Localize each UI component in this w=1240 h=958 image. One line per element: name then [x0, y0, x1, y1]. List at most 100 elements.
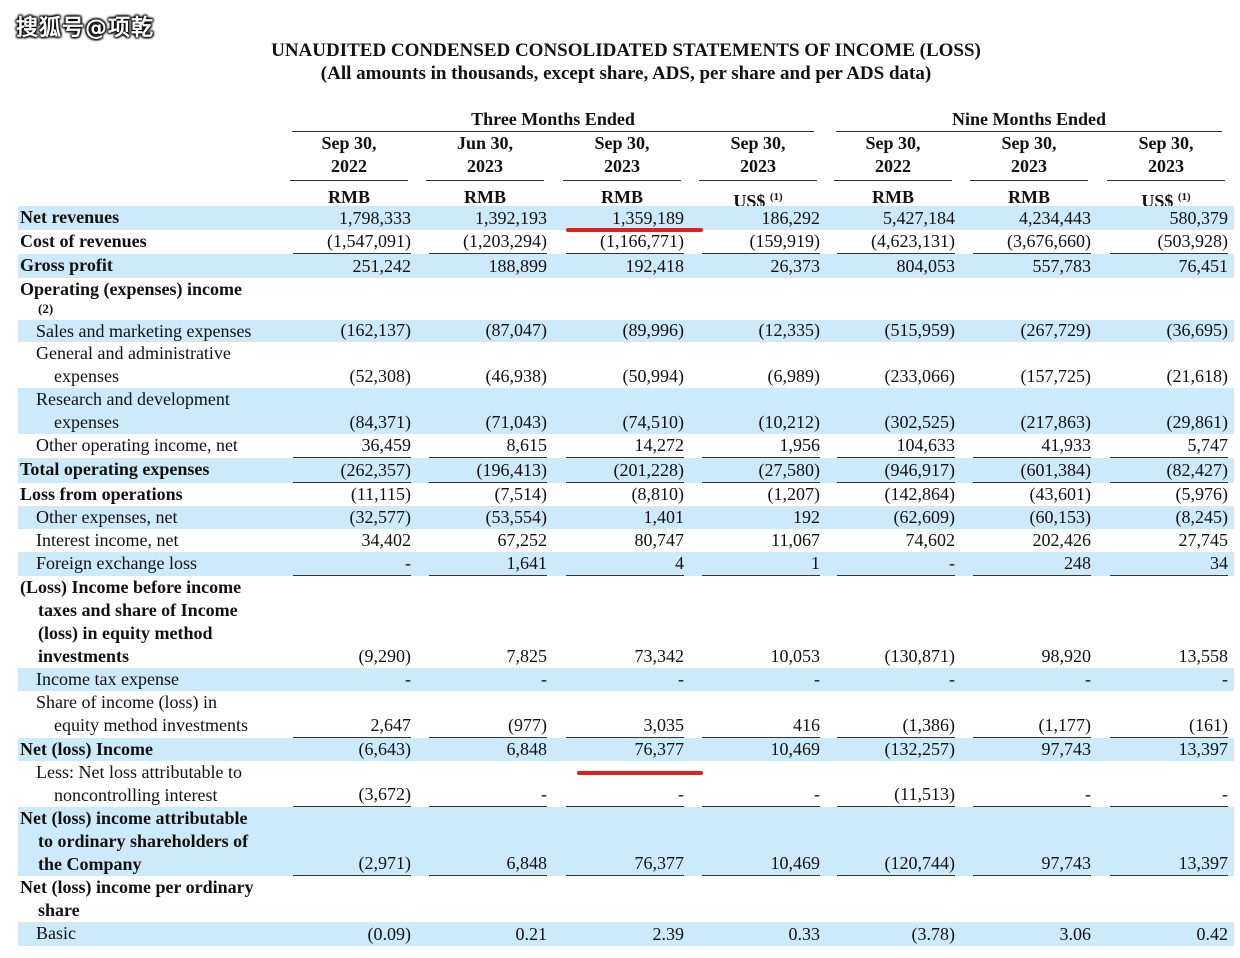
table-cell: 2,647 [293, 714, 411, 738]
table-cell: (12,335) [758, 320, 821, 340]
column-header-4: Sep 30, 2023 US$ (1) [699, 132, 817, 213]
table-cell: (503,928) [1110, 230, 1228, 254]
table-cell: 0.33 [788, 924, 821, 944]
table-cell: 1,392,193 [475, 208, 547, 228]
table-row: Gross profit 251,242 188,899 192,418 26,373 8… [18, 254, 1234, 278]
row-label-line: expenses [54, 412, 119, 432]
row-label-line: Research and development [36, 389, 230, 409]
table-cell: 13,397 [1110, 852, 1228, 876]
table-cell: (217,863) [1020, 412, 1092, 432]
table-cell: (1,203,294) [429, 230, 547, 254]
column-header-2: Jun 30, 2023 RMB [426, 132, 544, 209]
row-label: General and administrative expenses [36, 342, 306, 388]
table-row: Net (loss) income attributable to ordinar… [18, 807, 1234, 876]
table-cell: 76,451 [1178, 256, 1229, 276]
column-header-date-line1: Sep 30, [865, 133, 921, 153]
table-cell: 1,641 [429, 552, 547, 576]
table-cell: 67,252 [497, 530, 548, 550]
table-cell: - [837, 552, 955, 576]
table-cell: (11,513) [837, 783, 955, 807]
row-label: Net (loss) Income [20, 738, 290, 761]
column-header-7: Sep 30, 2023 US$ (1) [1107, 132, 1225, 213]
row-label-line: (loss) in equity method [38, 623, 213, 643]
table-cell: (1,547,091) [293, 230, 411, 254]
table-cell: 6,848 [429, 852, 547, 876]
column-header-6: Sep 30, 2023 RMB [970, 132, 1088, 209]
column-header-date-line1: Sep 30, [321, 133, 377, 153]
table-cell: (267,729) [1020, 320, 1092, 340]
table-row: Loss from operations (11,115) (7,514) (8,81… [18, 483, 1234, 506]
row-label: Cost of revenues [20, 230, 290, 253]
footnote-marker: (2) [38, 301, 54, 316]
period-three-months: Three Months Ended [292, 109, 814, 132]
table-cell: 4 [566, 552, 684, 576]
table-cell: 74,602 [905, 530, 956, 550]
table-cell: 41,933 [973, 434, 1091, 458]
table-cell: (157,725) [1020, 366, 1092, 386]
table-cell: 10,053 [770, 646, 821, 666]
table-row: Operating (expenses) income (2) [18, 278, 1234, 320]
table-cell: 804,053 [896, 256, 956, 276]
row-label: Income tax expense [36, 668, 306, 691]
table-cell: (89,996) [622, 320, 685, 340]
row-label-line: Total operating expenses [20, 459, 210, 479]
table-cell: 8,615 [429, 434, 547, 458]
table-cell: (2,971) [293, 852, 411, 876]
row-label: Loss from operations [20, 483, 290, 506]
table-cell: 34 [1110, 552, 1228, 576]
table-cell: 0.42 [1196, 924, 1229, 944]
column-header-1: Sep 30, 2022 RMB [290, 132, 408, 209]
table-cell: (32,577) [349, 507, 412, 527]
currency-label: RMB [872, 187, 914, 207]
table-cell: (46,938) [485, 366, 548, 386]
table-cell: - [814, 669, 820, 689]
table-cell: 104,633 [837, 434, 955, 458]
table-cell: (120,744) [837, 852, 955, 876]
table-cell: (36,695) [1166, 320, 1229, 340]
column-header-3: Sep 30, 2023 RMB [563, 132, 681, 209]
row-label-line: Income tax expense [36, 669, 179, 689]
table-row: Sales and marketing expenses (162,137) (87… [18, 320, 1234, 342]
row-label: Research and development expenses [36, 388, 306, 434]
table-cell: 186,292 [761, 208, 821, 228]
table-cell: (4,623,131) [837, 230, 955, 254]
table-cell: 73,342 [634, 646, 685, 666]
row-label-line: Sales and marketing expenses [36, 321, 252, 341]
red-highlight-net-income [577, 771, 703, 775]
table-cell: - [973, 783, 1091, 807]
table-row: Other expenses, net (32,577) (53,554) 1,401… [18, 506, 1234, 529]
row-label: Foreign exchange loss [36, 552, 306, 575]
table-cell: 97,743 [1041, 739, 1092, 759]
table-cell: 4,234,443 [1019, 208, 1091, 228]
table-cell: (302,525) [884, 412, 956, 432]
footnote-marker: (1) [769, 191, 783, 203]
table-cell: (71,043) [485, 412, 548, 432]
table-cell: - [293, 552, 411, 576]
table-cell: 3.06 [1059, 924, 1092, 944]
table-cell: (84,371) [349, 412, 412, 432]
table-cell: (21,618) [1166, 366, 1229, 386]
column-header-date-line1: Sep 30, [1138, 133, 1194, 153]
table-cell: 34,402 [361, 530, 412, 550]
red-highlight-net-revenues [566, 228, 703, 232]
table-cell: 98,920 [1041, 646, 1092, 666]
column-header-date-line1: Sep 30, [730, 133, 786, 153]
table-cell: 2.39 [652, 924, 685, 944]
table-cell: 76,377 [566, 852, 684, 876]
table-cell: (6,989) [767, 366, 821, 386]
column-header-date-line2: 2022 [834, 155, 952, 181]
row-label-line: to ordinary shareholders of [38, 831, 249, 851]
table-cell: - [1085, 669, 1091, 689]
table-cell: (10,212) [758, 412, 821, 432]
table-cell: 10,469 [702, 852, 820, 876]
table-cell: (1,166,771) [566, 230, 684, 254]
table-cell: 10,469 [770, 739, 821, 759]
table-row: Net (loss) Income (6,643) 6,848 76,377 10,46… [18, 738, 1234, 761]
row-label-line: noncontrolling interest [54, 785, 218, 805]
row-label-line: (Loss) Income before income [20, 577, 242, 597]
row-label-line: Other operating income, net [36, 435, 238, 455]
table-cell: (8,245) [1175, 507, 1229, 527]
row-label: Interest income, net [36, 529, 306, 552]
table-cell: (132,257) [884, 739, 956, 759]
row-label: (Loss) Income before income taxes and sha… [20, 576, 290, 668]
